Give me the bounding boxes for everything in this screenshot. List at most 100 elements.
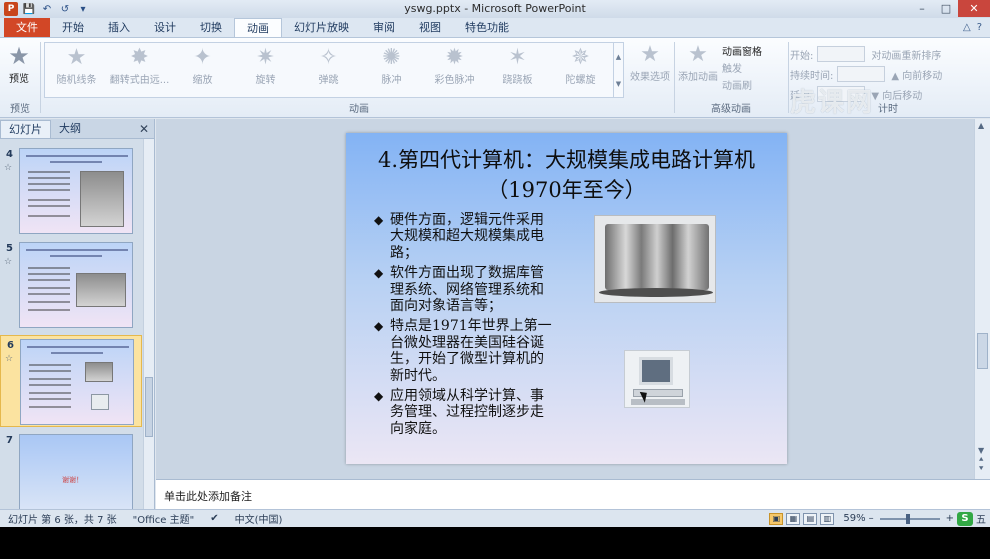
zoom-level[interactable]: 59%: [843, 513, 865, 524]
animation-bounce[interactable]: ✧ 弹跳: [297, 43, 360, 97]
tab-insert[interactable]: 插入: [96, 18, 142, 37]
zoom-in-icon[interactable]: +: [946, 513, 954, 524]
tab-outline[interactable]: 大纲: [51, 120, 89, 138]
animation-star-icon: ✷: [256, 45, 275, 70]
duration-input[interactable]: [837, 66, 886, 82]
move-earlier-button[interactable]: ▲ 向前移动: [891, 67, 942, 82]
slide-preview: [19, 148, 133, 234]
animation-teeter[interactable]: ✶ 跷跷板: [486, 43, 549, 97]
group-label-advanced: 高级动画: [711, 104, 751, 115]
close-button[interactable]: ✕: [958, 0, 990, 17]
minimize-ribbon-icon[interactable]: △: [963, 22, 971, 33]
scroll-thumb[interactable]: [145, 377, 153, 437]
tab-transitions[interactable]: 切换: [188, 18, 234, 37]
tab-view[interactable]: 视图: [407, 18, 453, 37]
slide-preview: [19, 242, 133, 328]
animation-star-icon: ✶: [508, 45, 527, 70]
slide-bullets[interactable]: ◆ 硬件方面，逻辑元件采用大规模和超大规模集成电路； ◆ 软件方面出现了数据库管理系…: [374, 212, 554, 441]
letterbox-bar: [0, 527, 990, 559]
bullet-item: ◆ 应用领域从科学计算、事务管理、过程控制逐步走向家庭。: [374, 388, 544, 437]
scroll-thumb[interactable]: [977, 333, 988, 369]
gallery-down-icon[interactable]: ▼: [616, 80, 621, 88]
trigger-button[interactable]: 触发: [722, 61, 784, 78]
gallery-up-icon[interactable]: ▲: [616, 53, 621, 61]
zoom-out-icon[interactable]: –: [869, 513, 874, 524]
tab-slideshow[interactable]: 幻灯片放映: [282, 18, 361, 37]
preview-button[interactable]: ★ 预览: [2, 42, 36, 98]
prev-slide-icon[interactable]: ⯅: [978, 455, 984, 464]
minimize-button[interactable]: –: [910, 0, 934, 17]
animation-gallery: ★ 随机线条 ✸ 翻转式由远... ✦ 缩放 ✷ 旋转 ✧ 弹跳 ✺ 脉冲 ✹ 彩色脉冲 ✶ 跷…: [44, 42, 624, 98]
tab-slides[interactable]: 幻灯片: [0, 120, 51, 138]
normal-view-icon[interactable]: ▣: [769, 512, 784, 525]
diamond-icon: ◆: [374, 389, 384, 404]
reading-view-icon[interactable]: ▤: [803, 512, 818, 525]
slide-thumbnail-4[interactable]: 4 ☆: [0, 145, 142, 237]
tab-review[interactable]: 审阅: [361, 18, 407, 37]
effect-options-button[interactable]: ★ 效果选项: [628, 42, 672, 83]
pane-close-icon[interactable]: ✕: [139, 120, 149, 138]
add-animation-button[interactable]: ★ 添加动画: [676, 42, 720, 83]
animation-float-in[interactable]: ✸ 翻转式由远...: [108, 43, 171, 97]
slideshow-icon[interactable]: ▥: [820, 512, 835, 525]
animation-spinner[interactable]: ✵ 陀螺旋: [549, 43, 612, 97]
animation-spin[interactable]: ✷ 旋转: [234, 43, 297, 97]
animation-star-icon: ★: [66, 45, 87, 70]
ribbon: ★ 预览 预览 ★ 随机线条 ✸ 翻转式由远... ✦ 缩放 ✷ 旋转 ✧ 弹跳 ✺ 脉冲 …: [0, 38, 990, 118]
ribbon-separator: [40, 42, 41, 113]
animation-zoom[interactable]: ✦ 缩放: [171, 43, 234, 97]
undo-icon[interactable]: ↶: [40, 2, 54, 16]
notes-pane[interactable]: 单击此处添加备注: [156, 479, 990, 509]
title-bar: P 💾 ↶ ↺ ▾ yswg.pptx - Microsoft PowerPoi…: [0, 0, 990, 18]
bullet-item: ◆ 特点是1971年世界上第一台微处理器在美国硅谷诞生，开始了微型计算机的新时代。: [374, 318, 552, 384]
tab-special[interactable]: 特色功能: [453, 18, 521, 37]
slides-scrollbar[interactable]: [143, 139, 154, 509]
animation-star-icon: ✦: [193, 45, 212, 70]
zoom-slider[interactable]: [879, 513, 940, 524]
animation-star-icon: ✹: [445, 45, 464, 70]
tab-animations[interactable]: 动画: [234, 18, 282, 37]
editor-scrollbar[interactable]: ▲ ▼ ⯅ ⯆: [974, 119, 990, 479]
animation-painter-button[interactable]: 动画刷: [722, 78, 784, 95]
tab-file[interactable]: 文件: [4, 18, 50, 37]
save-icon[interactable]: 💾: [22, 2, 36, 16]
theme-name[interactable]: "Office 主题": [125, 511, 203, 526]
tab-home[interactable]: 开始: [50, 18, 96, 37]
ime-logo-icon[interactable]: S: [957, 511, 973, 526]
window-controls: – □ ✕: [910, 0, 990, 17]
pane-tabs: 幻灯片 大纲 ✕: [0, 119, 154, 139]
ribbon-separator: [674, 42, 675, 113]
customize-qat-icon[interactable]: ▾: [76, 2, 90, 16]
slide-preview: 谢谢！: [19, 434, 133, 520]
personal-computer-image[interactable]: [624, 350, 690, 408]
animation-star-icon: ✺: [382, 45, 401, 70]
tab-design[interactable]: 设计: [142, 18, 188, 37]
animation-pulse[interactable]: ✺ 脉冲: [360, 43, 423, 97]
scroll-down-icon[interactable]: ▼: [978, 446, 984, 455]
mainframe-computer-image[interactable]: [594, 215, 716, 303]
animation-random-bars[interactable]: ★ 随机线条: [45, 43, 108, 97]
next-slide-icon[interactable]: ⯆: [978, 464, 984, 473]
ribbon-tabs: 文件 开始 插入 设计 切换 动画 幻灯片放映 审阅 视图 特色功能 △ ?: [0, 18, 990, 38]
notes-placeholder[interactable]: 单击此处添加备注: [164, 488, 252, 504]
scroll-down-icons[interactable]: ▼ ⯅ ⯆: [978, 446, 984, 473]
animation-star-icon: ✵: [571, 45, 590, 70]
help-icon[interactable]: ?: [977, 22, 982, 33]
animation-color-pulse[interactable]: ✹ 彩色脉冲: [423, 43, 486, 97]
slide-sorter-icon[interactable]: ▦: [786, 512, 801, 525]
advanced-animation-list: 动画窗格 触发 动画刷: [722, 44, 784, 95]
slide-title[interactable]: 4.第四代计算机：大规模集成电路计算机（1970年至今）: [364, 145, 769, 205]
scroll-up-icon[interactable]: ▲: [978, 121, 984, 130]
slide-thumbnail-5[interactable]: 5 ☆: [0, 239, 142, 331]
animation-pane-button[interactable]: 动画窗格: [722, 44, 784, 61]
maximize-button[interactable]: □: [934, 0, 958, 17]
ime-mode[interactable]: 五: [976, 511, 986, 526]
tabs-right: △ ?: [963, 18, 990, 37]
language-indicator[interactable]: 中文(中国): [227, 511, 291, 526]
start-select[interactable]: [817, 46, 866, 62]
slide-thumbnail-6[interactable]: 6 ☆: [0, 335, 142, 427]
redo-icon[interactable]: ↺: [58, 2, 72, 16]
spellcheck-icon[interactable]: ✔: [202, 513, 226, 524]
gallery-scrollbar[interactable]: ▲ ▼: [613, 43, 623, 97]
current-slide[interactable]: 4.第四代计算机：大规模集成电路计算机（1970年至今） ◆ 硬件方面，逻辑元件采…: [346, 133, 787, 464]
